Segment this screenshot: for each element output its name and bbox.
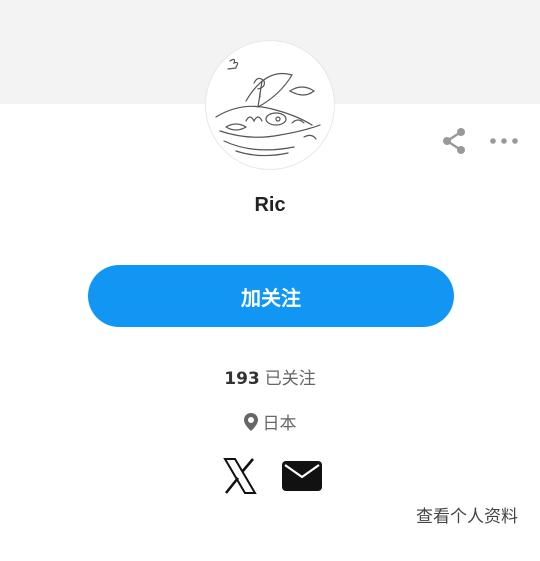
more-icon (490, 138, 518, 144)
mail-icon (282, 461, 322, 491)
share-button[interactable] (438, 125, 470, 157)
location: 日本 (0, 409, 540, 434)
follow-button[interactable]: 加关注 (88, 265, 454, 327)
avatar[interactable] (206, 41, 334, 169)
location-text: 日本 (262, 414, 297, 434)
location-pin-icon (243, 412, 258, 431)
share-icon (443, 128, 465, 154)
x-logo-icon (223, 458, 257, 494)
x-link[interactable] (222, 457, 258, 495)
more-options-button[interactable] (486, 125, 522, 157)
following-count: 193 (224, 369, 260, 389)
avatar-sketch (215, 58, 321, 157)
email-link[interactable] (281, 460, 323, 492)
view-profile-link[interactable]: 查看个人资料 (416, 502, 518, 527)
username: Ric (254, 194, 286, 216)
following-stat[interactable]: 193 已关注 (0, 364, 540, 389)
following-label: 已关注 (264, 369, 316, 389)
